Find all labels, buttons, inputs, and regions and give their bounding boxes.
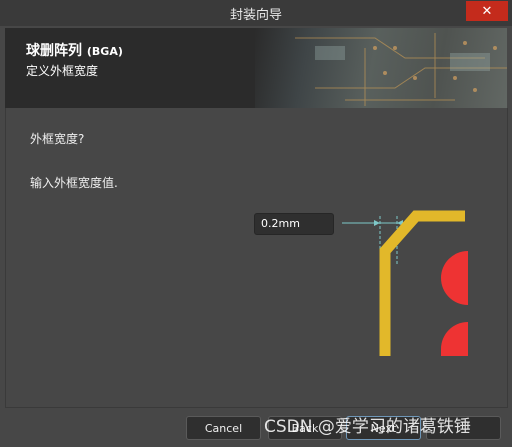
outline-width-input[interactable]: 0.2mm [254,213,334,235]
pcb-banner-image [255,28,507,108]
close-icon: ✕ [481,3,493,19]
wizard-title-suffix: (BGA) [86,45,123,58]
bga-pad-top [441,251,468,305]
wizard-header: 球删阵列 (BGA) 定义外框宽度 [5,28,507,108]
wizard-title-main: 球删阵列 [26,43,82,59]
wizard-title: 球删阵列 (BGA) [26,40,123,60]
outline-preview [342,210,468,356]
wizard-subtitle: 定义外框宽度 [26,64,99,78]
outline-width-question: 外框宽度? [30,132,85,146]
outline-width-instruction: 输入外框宽度值. [30,176,118,190]
csdn-watermark: CSDN @爱学习的诸葛铁锤 [264,417,471,437]
close-button[interactable]: ✕ [466,1,508,21]
window-titlebar: 封装向导 ✕ [0,0,512,26]
pcb-banner-art [295,33,507,106]
wizard-content: 外框宽度? 输入外框宽度值. 0.2mm [5,108,508,408]
window-title: 封装向导 [229,7,282,23]
cancel-button[interactable]: Cancel [186,416,261,440]
bga-pad-bottom [441,322,468,356]
